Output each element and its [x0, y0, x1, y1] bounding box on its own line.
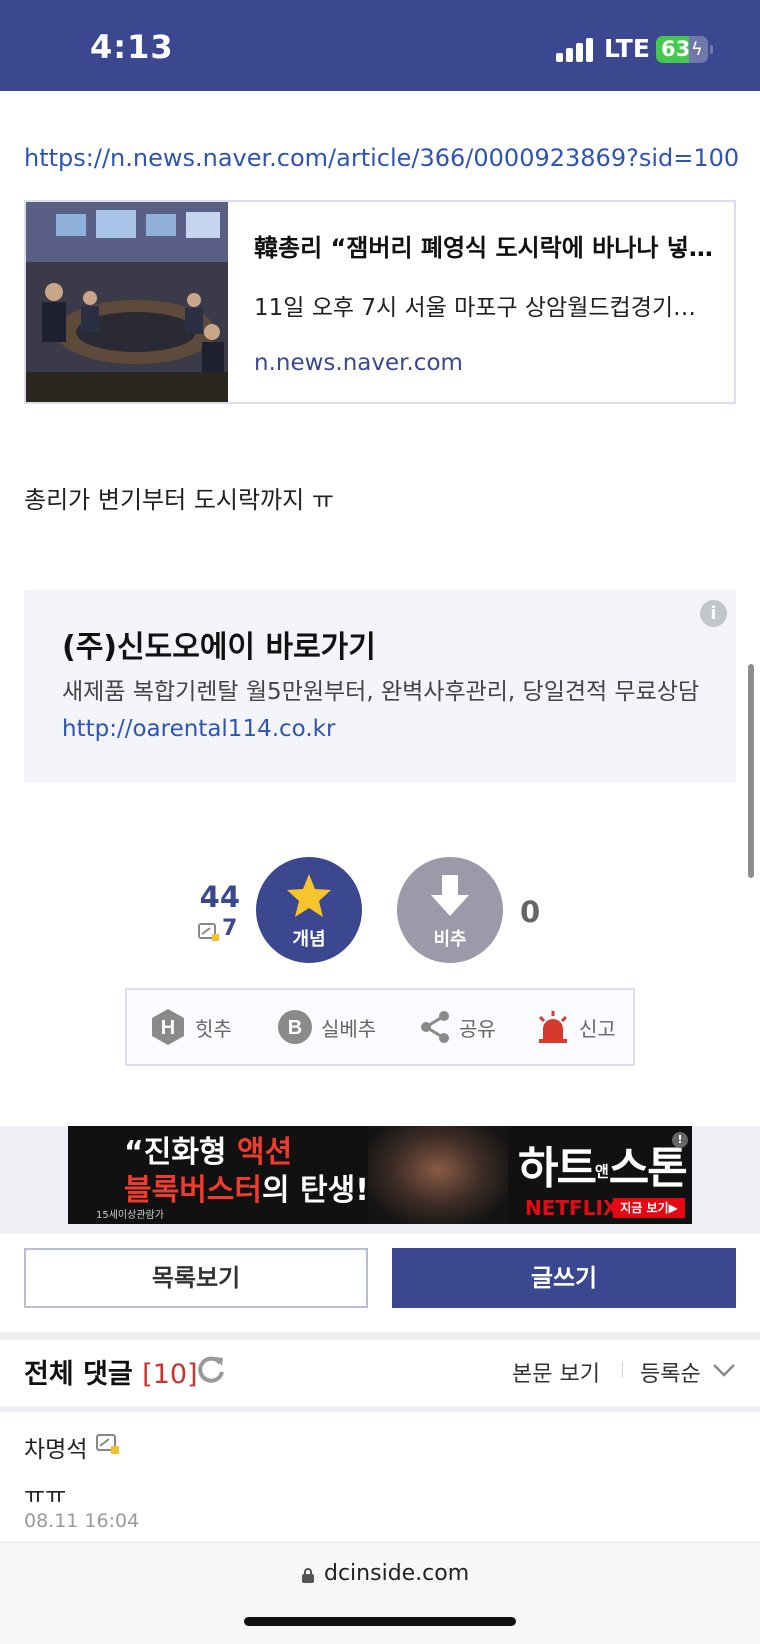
- divider: [622, 1362, 623, 1378]
- post-body-text: 총리가 변기부터 도시락까지 ㅠ: [24, 486, 334, 514]
- ad-description: 새제품 복합기렌탈 월5만원부터, 완벽사후관리, 당일견적 무료상담: [62, 679, 700, 705]
- comments-header: 전체 댓글 [10]: [24, 1352, 198, 1391]
- banner-ad-area: “진화형 액션 블록버스터의 탄생!” 15세이상관람가 하트앤스톤 NETFL…: [0, 1126, 760, 1226]
- hit-icon: H: [152, 1009, 184, 1045]
- status-bar: 4:13 LTE 63 ϟ: [0, 0, 760, 91]
- siren-icon: [538, 1011, 568, 1043]
- upvote-label: 개념: [292, 929, 326, 950]
- link-title: 韓총리 “잼버리 폐영식 도시락에 바나나 넣지 말라”: [254, 234, 714, 262]
- ad-info-icon[interactable]: !: [672, 1132, 688, 1148]
- upvote-count: 44: [199, 880, 240, 914]
- hit-label: 힛추: [195, 1016, 232, 1041]
- svg-text:H: H: [161, 1017, 175, 1039]
- chevron-down-icon[interactable]: [712, 1360, 736, 1380]
- fixed-upvote-count: 7: [222, 916, 238, 941]
- actress-image: [368, 1126, 508, 1224]
- section-divider: [0, 1226, 760, 1234]
- network-type: LTE: [604, 34, 650, 63]
- status-time: 4:13: [90, 28, 174, 66]
- sort-dropdown[interactable]: 등록순: [640, 1356, 701, 1388]
- downvote-count: 0: [520, 895, 541, 929]
- best-icon: B: [278, 1010, 312, 1044]
- watch-now-button[interactable]: 지금 보기▶: [613, 1198, 685, 1218]
- report-label: 신고: [579, 1016, 616, 1041]
- netflix-banner-ad[interactable]: “진화형 액션 블록버스터의 탄생!” 15세이상관람가 하트앤스톤 NETFL…: [68, 1126, 692, 1224]
- movie-title: 하트앤스톤: [518, 1143, 688, 1194]
- info-icon[interactable]: i: [700, 600, 727, 627]
- svg-text:B: B: [288, 1017, 302, 1039]
- view-body-link[interactable]: 본문 보기: [512, 1356, 600, 1388]
- charging-icon: ϟ: [691, 39, 703, 60]
- link-description: 11일 오후 7시 서울 마포구 상암월드컵경기장에서 열리는: [254, 295, 714, 321]
- signal-icon: [556, 38, 594, 62]
- fixed-nick-icon: [96, 1434, 119, 1454]
- downvote-label: 비추: [433, 929, 467, 950]
- comments-title: 전체 댓글: [24, 1359, 133, 1390]
- battery-icon: 63 ϟ: [656, 36, 708, 63]
- comment-author[interactable]: 차명석: [24, 1430, 87, 1464]
- post-action-bar: H 힛추 B 실베추 공유 신고: [125, 988, 635, 1066]
- ad-url[interactable]: http://oarental114.co.kr: [62, 716, 335, 742]
- hit-recommend-button[interactable]: H 힛추: [149, 990, 232, 1064]
- home-indicator[interactable]: [244, 1617, 516, 1626]
- age-rating: 15세이상관람가: [96, 1210, 164, 1221]
- best-recommend-button[interactable]: B 실베추: [277, 990, 376, 1064]
- share-icon: [421, 1011, 449, 1043]
- write-post-button[interactable]: 글쓰기: [392, 1248, 736, 1308]
- link-domain: n.news.naver.com: [254, 350, 463, 376]
- upvote-button[interactable]: 개념: [256, 857, 362, 963]
- netflix-logo: NETFLIX: [525, 1196, 619, 1220]
- text-ad[interactable]: i (주)신도오에이 바로가기 새제품 복합기렌탈 월5만원부터, 완벽사후관리…: [24, 590, 736, 783]
- fixed-nick-icon: [198, 923, 219, 941]
- share-label: 공유: [459, 1016, 496, 1041]
- list-view-button[interactable]: 목록보기: [24, 1248, 368, 1308]
- refresh-icon[interactable]: [196, 1354, 226, 1384]
- arrow-down-icon: [431, 875, 469, 916]
- section-divider: [0, 1332, 760, 1340]
- scrollbar[interactable]: [748, 664, 754, 878]
- best-label: 실베추: [321, 1016, 377, 1041]
- browser-address-bar[interactable]: dcinside.com: [0, 1542, 760, 1644]
- browser-domain[interactable]: dcinside.com: [324, 1561, 469, 1586]
- ad-title[interactable]: (주)신도오에이 바로가기: [62, 622, 376, 666]
- battery-cap: [710, 45, 713, 54]
- star-icon: [287, 874, 331, 917]
- banner-quote: “진화형 액션 블록버스터의 탄생!”: [124, 1135, 389, 1208]
- comment-text: ㅠㅠ: [24, 1483, 67, 1509]
- article-link[interactable]: https://n.news.naver.com/article/366/000…: [24, 144, 739, 172]
- link-thumbnail: [26, 202, 228, 402]
- report-button[interactable]: 신고: [535, 990, 616, 1064]
- section-divider: [0, 1406, 760, 1412]
- share-button[interactable]: 공유: [419, 990, 496, 1064]
- meeting-room-image: [26, 202, 228, 402]
- link-preview-card[interactable]: 韓총리 “잼버리 폐영식 도시락에 바나나 넣지 말라” 11일 오후 7시 서…: [24, 200, 736, 404]
- downvote-button[interactable]: 비추: [397, 857, 503, 963]
- comment-time: 08.11 16:04: [24, 1510, 140, 1532]
- lock-icon: [302, 1568, 314, 1583]
- comments-count: [10]: [142, 1359, 198, 1390]
